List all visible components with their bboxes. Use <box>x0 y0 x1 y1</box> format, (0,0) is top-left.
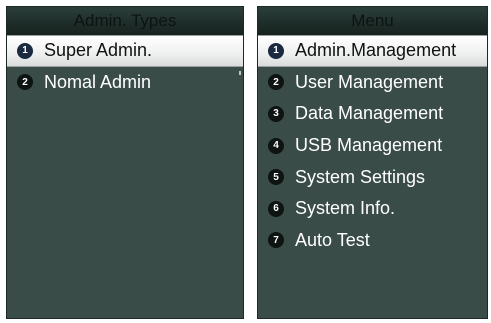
number-5-icon: 5 <box>268 169 284 186</box>
menu-item-label: User Management <box>295 71 444 92</box>
menu-item-data-management[interactable]: 3 Data Management <box>258 98 487 130</box>
menu-item-label: Data Management <box>295 103 444 124</box>
menu-item-label: Super Admin. <box>44 40 153 61</box>
menu-list: 1 Admin.Management 2 User Management 3 D… <box>258 35 487 256</box>
scroll-indicator <box>239 71 241 75</box>
admin-types-panel: Admin. Types 1 Super Admin. 2 Nomal Admi… <box>6 6 244 319</box>
number-7-icon: 7 <box>268 232 284 249</box>
menu-item-usb-management[interactable]: 4 USB Management <box>258 130 487 162</box>
menu-item-label: USB Management <box>295 135 443 156</box>
number-4-icon: 4 <box>268 137 284 154</box>
menu-item-label: Nomal Admin <box>44 71 152 92</box>
menu-item-system-info[interactable]: 6 System Info. <box>258 193 487 225</box>
panel-title: Admin. Types <box>7 7 243 35</box>
menu-item-label: Admin.Management <box>295 40 457 61</box>
number-2-icon: 2 <box>268 74 284 91</box>
number-1-icon: 1 <box>17 42 33 59</box>
number-6-icon: 6 <box>268 200 284 217</box>
menu-item-system-settings[interactable]: 5 System Settings <box>258 161 487 193</box>
menu-item-admin-management[interactable]: 1 Admin.Management <box>258 35 487 67</box>
number-3-icon: 3 <box>268 105 284 122</box>
menu-item-super-admin[interactable]: 1 Super Admin. <box>7 35 243 67</box>
admin-types-list: 1 Super Admin. 2 Nomal Admin <box>7 35 243 98</box>
menu-panel: Menu 1 Admin.Management 2 User Managemen… <box>257 6 488 319</box>
menu-item-user-management[interactable]: 2 User Management <box>258 67 487 99</box>
panel-title: Menu <box>258 7 487 35</box>
number-2-icon: 2 <box>17 74 33 91</box>
number-1-icon: 1 <box>268 42 284 59</box>
menu-item-label: System Settings <box>295 166 426 187</box>
menu-item-label: System Info. <box>295 198 396 219</box>
menu-item-auto-test[interactable]: 7 Auto Test <box>258 225 487 257</box>
menu-item-label: Auto Test <box>295 229 370 250</box>
menu-item-normal-admin[interactable]: 2 Nomal Admin <box>7 67 243 99</box>
